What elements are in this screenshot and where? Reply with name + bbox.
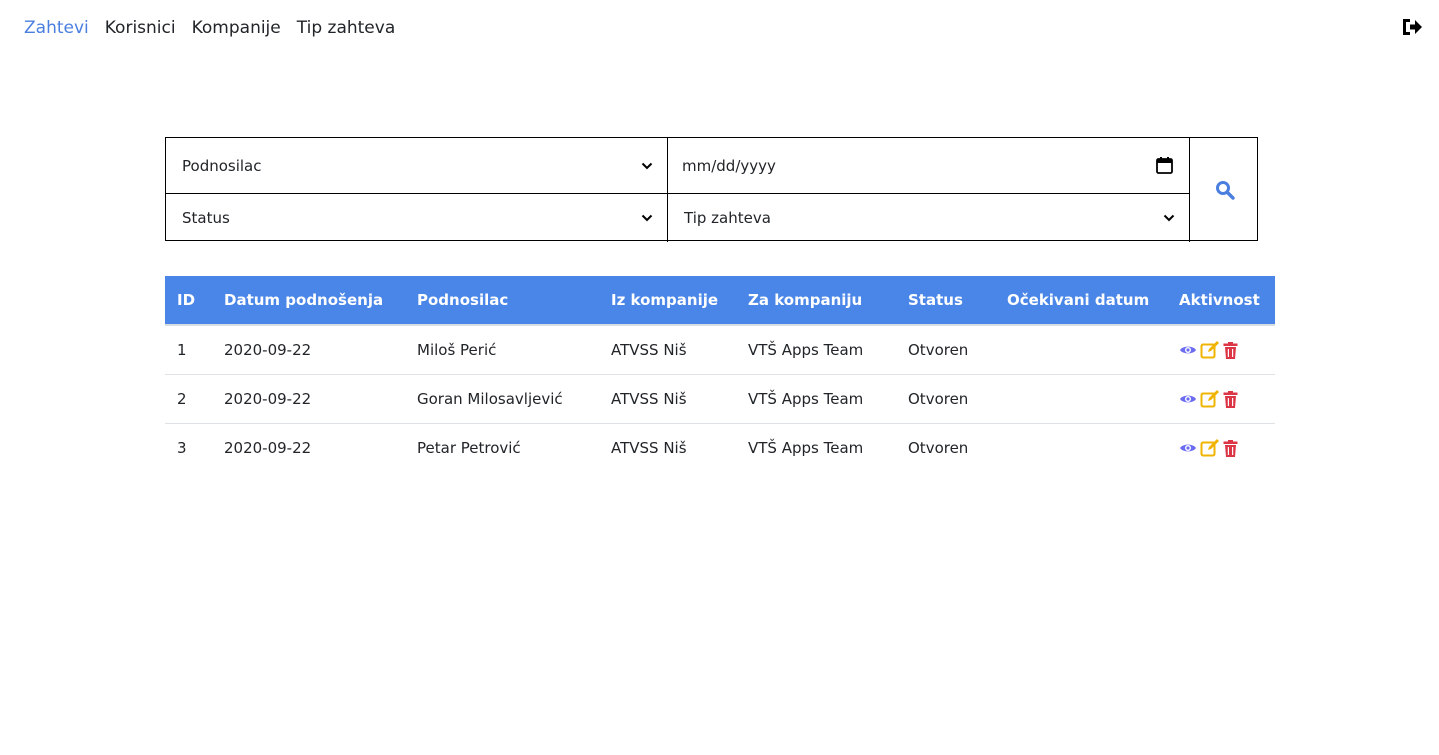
filter-panel: Podnosilac mm/dd/yyyy Status Tip zahteva xyxy=(165,137,1259,242)
status-select-value: Status xyxy=(182,209,230,227)
header-status[interactable]: Status xyxy=(896,276,995,326)
cell-datum: 2020-09-22 xyxy=(224,439,312,457)
header-podnosilac[interactable]: Podnosilac xyxy=(405,276,599,326)
eye-icon[interactable] xyxy=(1179,392,1197,406)
chevron-down-icon xyxy=(641,162,653,169)
header-za-kompaniju[interactable]: Za kompaniju xyxy=(736,276,896,326)
cell-iz-kompanije: ATVSS Niš xyxy=(599,374,736,424)
tip-zahteva-select-value: Tip zahteva xyxy=(684,209,771,227)
cell-ocekivani-datum xyxy=(995,374,1167,424)
cell-status: Otvoren xyxy=(896,374,995,424)
nav-zahtevi[interactable]: Zahtevi xyxy=(24,16,89,40)
sign-out-icon[interactable] xyxy=(1401,17,1423,37)
trash-icon[interactable] xyxy=(1223,341,1238,359)
podnosilac-select[interactable]: Podnosilac xyxy=(166,138,668,194)
edit-icon[interactable] xyxy=(1200,390,1220,408)
cell-status: Otvoren xyxy=(896,325,995,375)
table-row: 3 2020-09-22 Petar Petrović ATVSS Niš VT… xyxy=(165,424,1275,473)
cell-id: 3 xyxy=(177,439,187,457)
search-button[interactable] xyxy=(1189,138,1259,242)
cell-ocekivani-datum xyxy=(995,424,1167,473)
requests-table: ID Datum podnošenja Podnosilac Iz kompan… xyxy=(165,276,1275,472)
trash-icon[interactable] xyxy=(1223,390,1238,408)
cell-status: Otvoren xyxy=(908,439,969,457)
edit-icon[interactable] xyxy=(1200,341,1220,359)
nav-tip-zahteva[interactable]: Tip zahteva xyxy=(297,16,396,40)
top-nav: Zahtevi Korisnici Kompanije Tip zahteva xyxy=(24,16,395,40)
podnosilac-select-value: Podnosilac xyxy=(182,156,262,175)
nav-korisnici[interactable]: Korisnici xyxy=(105,16,176,40)
edit-icon[interactable] xyxy=(1200,439,1220,457)
cell-za-kompaniju: VTŠ Apps Team xyxy=(736,374,896,424)
eye-icon[interactable] xyxy=(1179,441,1197,455)
cell-id: 2 xyxy=(165,374,212,424)
cell-za-kompaniju: VTŠ Apps Team xyxy=(748,439,864,457)
cell-datum: 2020-09-22 xyxy=(212,325,405,375)
search-icon xyxy=(1215,181,1235,200)
header-iz-kompanije[interactable]: Iz kompanije xyxy=(599,276,736,326)
cell-iz-kompanije: ATVSS Niš xyxy=(599,325,736,375)
chevron-down-icon xyxy=(1163,214,1175,222)
cell-datum: 2020-09-22 xyxy=(212,374,405,424)
header-id[interactable]: ID xyxy=(165,276,212,326)
calendar-icon[interactable] xyxy=(1156,156,1173,174)
table-header-row: ID Datum podnošenja Podnosilac Iz kompan… xyxy=(165,276,1275,326)
cell-aktivnost xyxy=(1167,325,1275,375)
cell-podnosilac: Petar Petrović xyxy=(417,439,521,457)
table-row: 1 2020-09-22 Miloš Perić ATVSS Niš VTŠ A… xyxy=(165,325,1275,375)
header-aktivnost: Aktivnost xyxy=(1167,276,1275,326)
cell-podnosilac: Goran Milosavljević xyxy=(405,374,599,424)
cell-iz-kompanije: ATVSS Niš xyxy=(611,439,687,457)
cell-aktivnost xyxy=(1167,374,1275,424)
cell-aktivnost xyxy=(1167,424,1275,473)
date-input[interactable]: mm/dd/yyyy xyxy=(668,138,1189,194)
nav-kompanije[interactable]: Kompanije xyxy=(192,16,281,40)
cell-ocekivani-datum xyxy=(995,325,1167,375)
header-datum[interactable]: Datum podnošenja xyxy=(212,276,405,326)
status-select[interactable]: Status xyxy=(166,194,668,242)
cell-za-kompaniju: VTŠ Apps Team xyxy=(736,325,896,375)
eye-icon[interactable] xyxy=(1179,343,1197,357)
date-input-placeholder: mm/dd/yyyy xyxy=(682,156,776,175)
cell-id: 1 xyxy=(165,325,212,375)
chevron-down-icon xyxy=(641,214,653,222)
table-row: 2 2020-09-22 Goran Milosavljević ATVSS N… xyxy=(165,374,1275,424)
tip-zahteva-select[interactable]: Tip zahteva xyxy=(668,194,1189,242)
header-ocekivani-datum[interactable]: Očekivani datum xyxy=(995,276,1167,326)
trash-icon[interactable] xyxy=(1223,439,1238,457)
cell-podnosilac: Miloš Perić xyxy=(405,325,599,375)
